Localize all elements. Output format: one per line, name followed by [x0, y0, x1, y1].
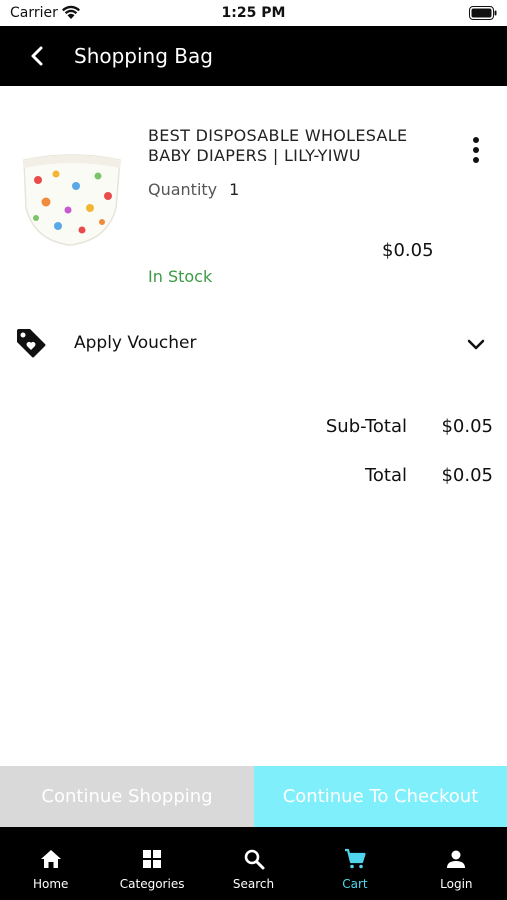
chevron-down-icon[interactable] [464, 333, 488, 357]
nav-item-login[interactable]: Login [406, 827, 507, 900]
product-image[interactable] [16, 146, 128, 256]
nav-item-categories[interactable]: Categories [101, 827, 202, 900]
product-title[interactable]: BEST DISPOSABLE WHOLESALE BABY DIAPERS |… [148, 126, 448, 166]
cart-icon [344, 848, 366, 869]
search-icon [244, 849, 265, 870]
nav-item-home[interactable]: Home [0, 827, 101, 900]
quantity-label: Quantity [148, 180, 218, 199]
user-icon [447, 850, 466, 868]
grid-icon [143, 850, 162, 868]
nav-item-search[interactable]: Search [203, 827, 304, 900]
stock-status: In Stock [148, 267, 213, 286]
subtotal-value: $0.05 [441, 416, 493, 437]
app-header: Shopping Bag [0, 26, 507, 86]
subtotal-label: Sub-Total [325, 416, 407, 437]
more-vertical-icon[interactable] [462, 134, 490, 166]
apply-voucher-row[interactable]: Apply Voucher [0, 318, 507, 370]
tag-icon [17, 329, 46, 358]
nav-label-cart: Cart [342, 877, 368, 891]
voucher-label: Apply Voucher [74, 333, 197, 353]
chevron-left-icon[interactable] [24, 42, 52, 70]
bottom-nav: Home Categories Search Cart Login [0, 827, 507, 900]
nav-item-cart[interactable]: Cart [304, 827, 405, 900]
quantity-row: Quantity 1 [148, 180, 239, 199]
nav-label-login: Login [440, 877, 473, 891]
nav-label-categories: Categories [119, 877, 185, 891]
total-row: Total $0.05 [0, 465, 507, 495]
quantity-value: 1 [229, 180, 240, 199]
continue-to-checkout-button[interactable]: Continue To Checkout [254, 766, 507, 827]
status-bar: Carrier 1:25 PM [0, 0, 507, 26]
continue-shopping-button[interactable]: Continue Shopping [0, 766, 254, 827]
subtotal-row: Sub-Total $0.05 [0, 416, 507, 446]
battery-icon [469, 6, 497, 20]
nav-label-home: Home [32, 877, 69, 891]
nav-label-search: Search [232, 877, 275, 891]
product-price: $0.05 [382, 240, 434, 261]
cart-item: BEST DISPOSABLE WHOLESALE BABY DIAPERS |… [0, 110, 507, 300]
total-value: $0.05 [441, 465, 493, 486]
page-title: Shopping Bag [74, 44, 213, 68]
home-icon [40, 850, 61, 868]
status-time: 1:25 PM [221, 5, 286, 21]
total-label: Total [364, 465, 407, 486]
